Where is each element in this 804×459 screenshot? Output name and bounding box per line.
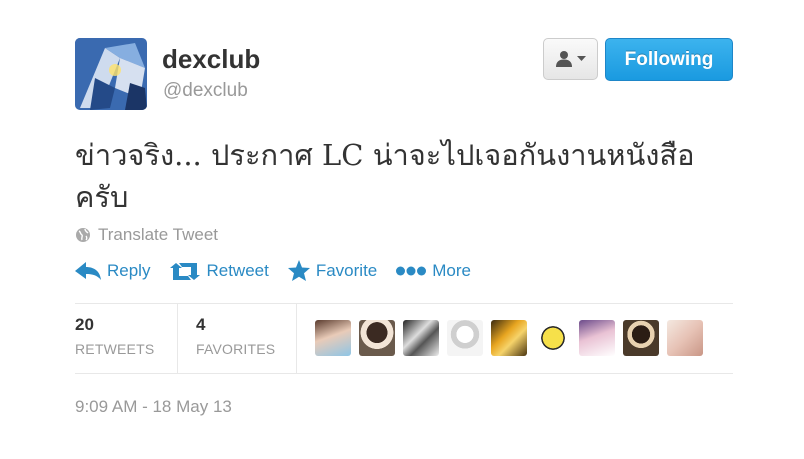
translate-tweet-link[interactable]: Translate Tweet [75,225,218,245]
engager-avatar[interactable] [491,320,527,356]
stats-top-divider [75,303,733,304]
reply-button[interactable]: Reply [75,261,150,281]
retweets-count: 20 [75,315,94,334]
retweet-icon [170,262,201,280]
following-button[interactable]: Following [605,38,733,81]
more-label: More [432,260,471,280]
stats-divider [177,304,178,373]
globe-icon [76,228,90,242]
favorites-label: FAVORITES [196,341,276,357]
engager-avatar[interactable] [623,320,659,356]
retweets-stat[interactable]: 20 RETWEETS [75,315,154,357]
user-actions-dropdown-button[interactable] [543,38,598,80]
favorite-label: Favorite [315,260,378,280]
star-icon [287,260,310,281]
reply-icon [75,261,101,280]
engager-avatar[interactable] [535,320,571,356]
screen-name[interactable]: @dexclub [163,80,248,102]
engager-avatar[interactable] [667,320,703,356]
reply-label: Reply [107,260,151,280]
ellipsis-icon [396,266,427,275]
display-name[interactable]: dexclub [162,44,260,75]
more-button[interactable]: More [396,261,471,281]
retweets-label: RETWEETS [75,341,155,357]
profile-avatar[interactable] [75,38,147,110]
engager-avatar[interactable] [403,320,439,356]
caret-down-icon [577,56,586,61]
favorite-button[interactable]: Favorite [287,260,378,281]
tweet-actions: Reply Retweet Favorite More [75,260,489,281]
person-icon [556,51,572,67]
engagers-avatars [315,320,703,356]
retweet-button[interactable]: Retweet [170,260,269,281]
tweet-text: ข่าวจริง... ประกาศ LC น่าจะไปเจอกันงานหน… [75,138,695,214]
engager-avatar[interactable] [359,320,395,356]
favorites-count: 4 [196,315,206,334]
engager-avatar[interactable] [447,320,483,356]
tweet-timestamp[interactable]: 9:09 AM - 18 May 13 [75,397,232,417]
engager-avatar[interactable] [579,320,615,356]
retweet-label: Retweet [206,260,269,280]
stats-divider [296,304,297,373]
translate-tweet-label: Translate Tweet [98,225,219,244]
stats-bottom-divider [75,373,733,374]
engager-avatar[interactable] [315,320,351,356]
favorites-stat[interactable]: 4 FAVORITES [196,315,275,357]
